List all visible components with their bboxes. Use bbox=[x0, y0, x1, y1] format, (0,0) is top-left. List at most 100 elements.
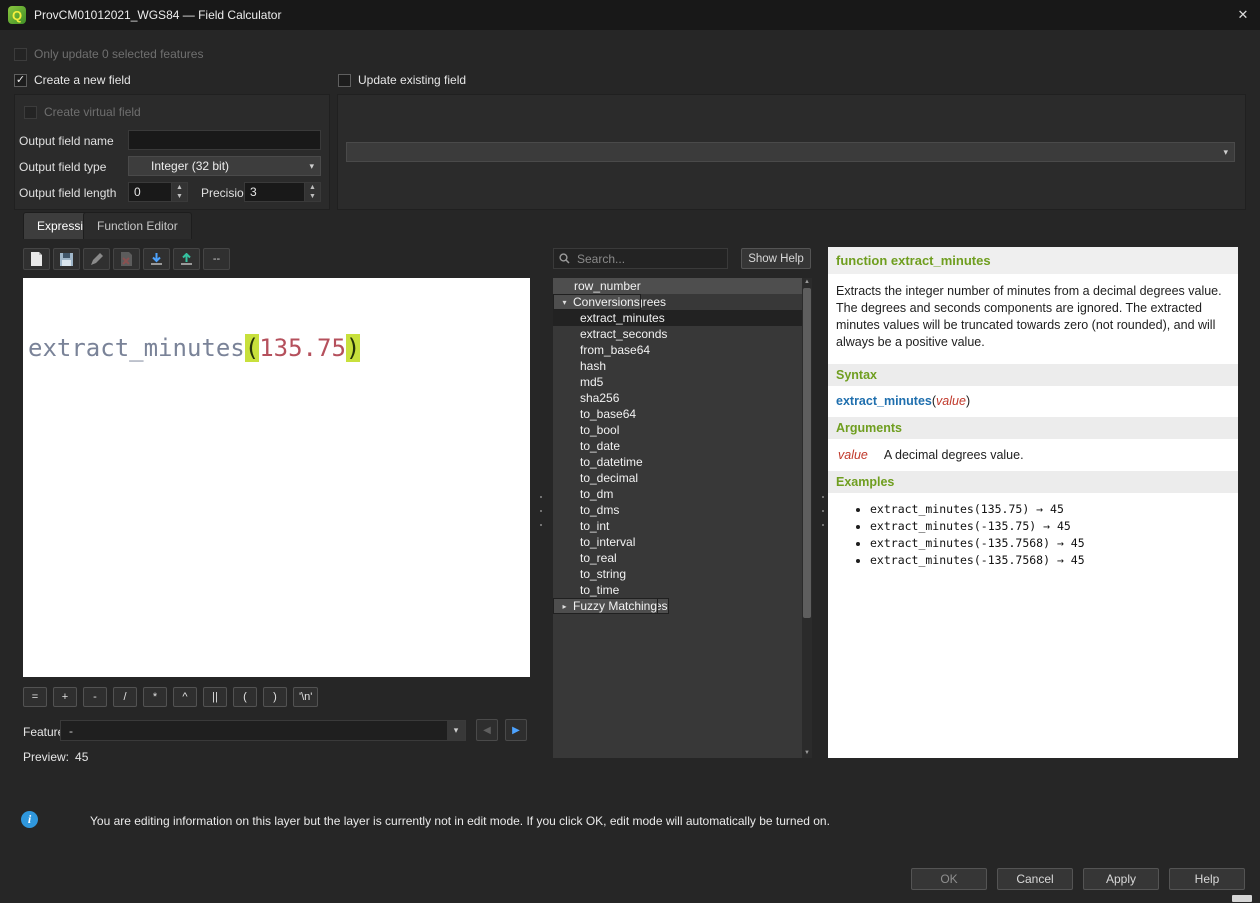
save-expression-button[interactable] bbox=[53, 248, 80, 270]
arrow-up-icon[interactable]: ▲ bbox=[172, 183, 187, 192]
operator-button-concat[interactable]: || bbox=[203, 687, 227, 707]
field-calculator-window: Q ProvCM01012021_WGS84 — Field Calculato… bbox=[0, 0, 1260, 903]
preview-value: 45 bbox=[75, 750, 88, 764]
function-label: extract_minutes bbox=[580, 311, 665, 325]
scroll-up-icon[interactable]: ▲ bbox=[802, 278, 812, 287]
arrow-up-icon[interactable]: ▲ bbox=[305, 183, 320, 192]
preview-label: Preview: bbox=[23, 750, 69, 764]
output-field-length-label: Output field length bbox=[19, 186, 116, 200]
example-item: extract_minutes(-135.7568) → 45 bbox=[870, 536, 1238, 550]
search-input[interactable] bbox=[575, 251, 722, 267]
ok-button[interactable]: OK bbox=[911, 868, 987, 890]
function-item-md5[interactable]: md5 bbox=[553, 374, 802, 390]
create-virtual-field-checkbox[interactable]: Create virtual field bbox=[24, 105, 141, 119]
operator-button-minus[interactable]: - bbox=[83, 687, 107, 707]
import-expressions-button[interactable] bbox=[143, 248, 170, 270]
function-item-to-string[interactable]: to_string bbox=[553, 566, 802, 582]
function-item-to-dm[interactable]: to_dm bbox=[553, 486, 802, 502]
arguments-heading: Arguments bbox=[828, 417, 1238, 439]
function-item-to-real[interactable]: to_real bbox=[553, 550, 802, 566]
function-item-sha256[interactable]: sha256 bbox=[553, 390, 802, 406]
resize-grip[interactable] bbox=[1232, 895, 1252, 902]
function-label: to_string bbox=[580, 567, 626, 581]
output-field-type-select[interactable]: Integer (32 bit) ▾ bbox=[128, 156, 321, 176]
existing-field-select[interactable]: ▾ bbox=[346, 142, 1235, 162]
checkbox-box bbox=[24, 106, 37, 119]
function-label: Conversions bbox=[573, 295, 640, 309]
chevron-down-icon: ▾ bbox=[1223, 147, 1228, 158]
previous-feature-button[interactable]: ◀ bbox=[476, 719, 498, 741]
feature-select[interactable]: - ▾ bbox=[60, 720, 466, 741]
close-button[interactable]: ✕ bbox=[1226, 0, 1260, 30]
show-help-button[interactable]: Show Help bbox=[741, 248, 811, 269]
expression-editor[interactable]: extract_minutes(135.75) bbox=[23, 278, 530, 677]
precision-stepper[interactable]: 3 ▲▼ bbox=[244, 182, 321, 202]
feature-label: Feature bbox=[23, 725, 64, 739]
function-item-to-time[interactable]: to_time bbox=[553, 582, 802, 598]
help-button[interactable]: Help bbox=[1169, 868, 1245, 890]
stepper-arrows[interactable]: ▲▼ bbox=[171, 183, 187, 201]
update-existing-field-label: Update existing field bbox=[358, 73, 466, 87]
checkbox-box bbox=[14, 48, 27, 61]
function-group-fuzzy-matching[interactable]: ▸Fuzzy Matching bbox=[553, 598, 658, 614]
function-item-row-number[interactable]: row_number bbox=[553, 278, 802, 294]
function-group-conversions[interactable]: ▾Conversions bbox=[553, 294, 641, 310]
function-item-extract-seconds[interactable]: extract_seconds bbox=[553, 326, 802, 342]
function-item-to-bool[interactable]: to_bool bbox=[553, 422, 802, 438]
operator-button-close-paren[interactable]: ) bbox=[263, 687, 287, 707]
operator-button-divide[interactable]: / bbox=[113, 687, 137, 707]
expression-token-bracket-highlight: ( bbox=[245, 334, 259, 362]
function-label: to_decimal bbox=[580, 471, 638, 485]
operator-button-plus[interactable]: + bbox=[53, 687, 77, 707]
create-new-field-label: Create a new field bbox=[34, 73, 131, 87]
function-label: to_bool bbox=[580, 423, 619, 437]
function-item-to-base64[interactable]: to_base64 bbox=[553, 406, 802, 422]
function-item-to-dms[interactable]: to_dms bbox=[553, 502, 802, 518]
operator-button-open-paren[interactable]: ( bbox=[233, 687, 257, 707]
operator-button-newline[interactable]: '\n' bbox=[293, 687, 318, 707]
function-item-to-decimal[interactable]: to_decimal bbox=[553, 470, 802, 486]
function-item-to-int[interactable]: to_int bbox=[553, 518, 802, 534]
scrollbar-thumb[interactable] bbox=[803, 288, 811, 618]
scroll-down-icon[interactable]: ▼ bbox=[802, 749, 812, 758]
function-label: extract_seconds bbox=[580, 327, 667, 341]
edit-mode-message: You are editing information on this laye… bbox=[90, 814, 830, 828]
syntax-function-name: extract_minutes bbox=[836, 394, 932, 408]
operator-button-power[interactable]: ^ bbox=[173, 687, 197, 707]
create-new-field-checkbox[interactable]: Create a new field bbox=[14, 73, 131, 87]
output-field-name-input[interactable] bbox=[128, 130, 321, 150]
cancel-button[interactable]: Cancel bbox=[997, 868, 1073, 890]
apply-button[interactable]: Apply bbox=[1083, 868, 1159, 890]
function-item-to-date[interactable]: to_date bbox=[553, 438, 802, 454]
example-item: extract_minutes(-135.7568) → 45 bbox=[870, 553, 1238, 567]
new-expression-button[interactable] bbox=[23, 248, 50, 270]
splitter-handle[interactable] bbox=[538, 496, 544, 526]
document-remove-icon bbox=[120, 252, 133, 266]
only-update-checkbox[interactable]: Only update 0 selected features bbox=[14, 47, 203, 61]
operator-button-multiply[interactable]: * bbox=[143, 687, 167, 707]
function-item-to-interval[interactable]: to_interval bbox=[553, 534, 802, 550]
arrow-down-icon[interactable]: ▼ bbox=[172, 192, 187, 201]
function-search-box[interactable] bbox=[553, 248, 728, 269]
function-item-extract-minutes[interactable]: extract_minutes bbox=[553, 310, 802, 326]
qgis-logo-icon: Q bbox=[8, 6, 26, 24]
checkbox-box bbox=[338, 74, 351, 87]
output-field-length-stepper[interactable]: 0 ▲▼ bbox=[128, 182, 188, 202]
update-existing-field-checkbox[interactable]: Update existing field bbox=[338, 73, 466, 87]
edit-expression-button[interactable] bbox=[83, 248, 110, 270]
tab-function-editor[interactable]: Function Editor bbox=[83, 212, 192, 239]
stepper-arrows[interactable]: ▲▼ bbox=[304, 183, 320, 201]
dash-button[interactable]: -- bbox=[203, 248, 230, 270]
export-expressions-button[interactable] bbox=[173, 248, 200, 270]
examples-list: extract_minutes(135.75) → 45extract_minu… bbox=[858, 502, 1238, 567]
function-item-to-datetime[interactable]: to_datetime bbox=[553, 454, 802, 470]
next-feature-button[interactable]: ▶ bbox=[505, 719, 527, 741]
operator-button-equals[interactable]: = bbox=[23, 687, 47, 707]
splitter-handle[interactable] bbox=[820, 496, 826, 526]
tree-scrollbar[interactable]: ▲ ▼ bbox=[802, 278, 812, 758]
remove-expression-button[interactable] bbox=[113, 248, 140, 270]
function-item-hash[interactable]: hash bbox=[553, 358, 802, 374]
function-item-from-base64[interactable]: from_base64 bbox=[553, 342, 802, 358]
arrow-down-icon[interactable]: ▼ bbox=[305, 192, 320, 201]
syntax-heading: Syntax bbox=[828, 364, 1238, 386]
